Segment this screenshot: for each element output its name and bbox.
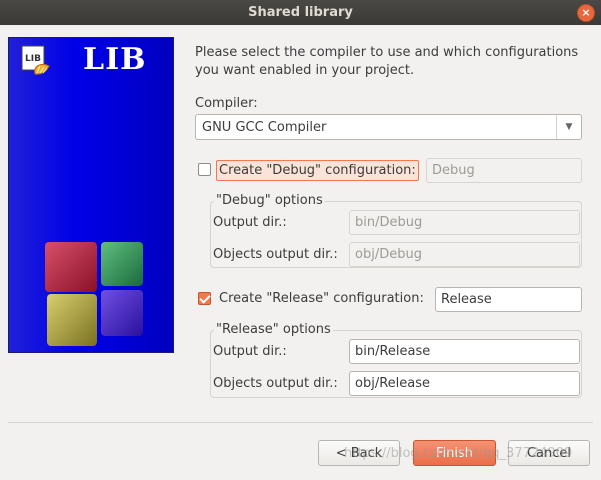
chevron-down-icon[interactable]: ▼ [556, 115, 581, 139]
watermark-text: https://blog.csdn.net/qq_37724909 [344, 446, 573, 461]
release-config-name-field[interactable]: Release [435, 287, 582, 312]
debug-output-dir-label: Output dir.: [213, 215, 287, 230]
debug-config-checkbox[interactable] [198, 163, 211, 176]
window-title: Shared library [248, 5, 353, 20]
banner-title: LIB [83, 42, 147, 77]
release-config-label[interactable]: Create "Release" configuration: [219, 291, 424, 306]
lib-app-icon: LIB [21, 45, 50, 75]
release-config-checkbox[interactable] [198, 292, 211, 305]
intro-line-1: Please select the compiler to use and wh… [195, 45, 579, 60]
window-titlebar: Shared library × [0, 0, 601, 25]
compiler-label: Compiler: [195, 96, 258, 111]
debug-objects-dir-field[interactable]: obj/Debug [349, 242, 580, 267]
wizard-banner: LIB LIB [8, 37, 174, 353]
release-options-title: "Release" options [214, 322, 333, 337]
debug-config-name-field[interactable]: Debug [426, 158, 582, 183]
debug-config-label[interactable]: Create "Debug" configuration: [216, 160, 419, 181]
close-icon[interactable]: × [577, 4, 595, 22]
release-objects-dir-field[interactable]: obj/Release [349, 371, 580, 396]
debug-output-dir-field[interactable]: bin/Debug [349, 210, 580, 235]
intro-line-2: you want enabled in your project. [195, 63, 415, 78]
debug-objects-dir-label: Objects output dir.: [213, 247, 338, 262]
release-objects-dir-label: Objects output dir.: [213, 376, 338, 391]
debug-options-title: "Debug" options [214, 193, 325, 208]
codeblocks-cubes-logo [45, 242, 143, 346]
button-separator [8, 422, 593, 423]
svg-text:LIB: LIB [25, 54, 41, 64]
release-output-dir-field[interactable]: bin/Release [349, 339, 580, 364]
release-output-dir-label: Output dir.: [213, 344, 287, 359]
compiler-select[interactable]: GNU GCC Compiler ▼ [195, 114, 582, 140]
compiler-selected-value: GNU GCC Compiler [202, 120, 327, 135]
